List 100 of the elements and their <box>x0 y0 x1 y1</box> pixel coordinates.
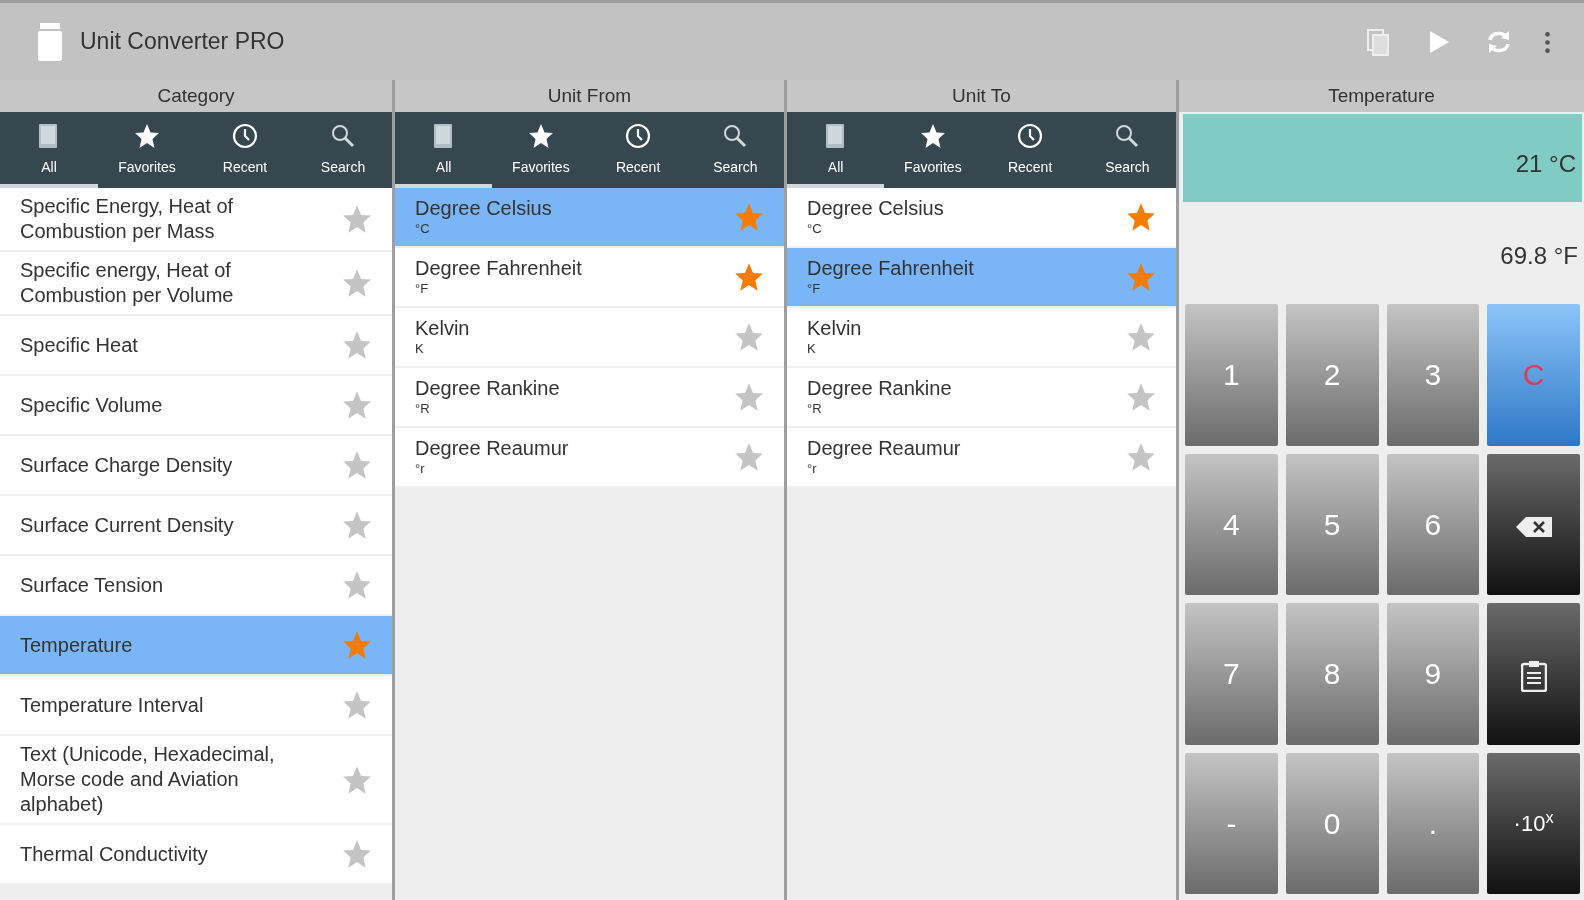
unit-name: Degree Reaumur <box>415 436 569 461</box>
list-item[interactable]: Degree Rankine °R <box>787 368 1176 428</box>
star-icon[interactable] <box>342 204 372 234</box>
tab[interactable]: Recent <box>589 112 687 188</box>
panel-header: Unit From <box>395 80 784 112</box>
list-item[interactable]: Degree Fahrenheit °F <box>395 248 784 308</box>
app-icon <box>36 22 64 61</box>
unit-name: Degree Rankine <box>807 376 952 401</box>
search-icon <box>1114 123 1141 149</box>
list-item[interactable]: Surface Charge Density <box>0 436 392 496</box>
star-icon[interactable] <box>734 442 764 472</box>
category-name: Specific Heat <box>20 333 138 356</box>
star-icon[interactable] <box>342 330 372 360</box>
category-name: Temperature <box>20 633 133 656</box>
category-name: Specific Energy, Heat of Combustion per Mass <box>20 195 234 242</box>
list-item[interactable]: Specific energy, Heat of Combustion per Volume <box>0 252 392 316</box>
category-name: Surface Current Density <box>20 513 234 536</box>
list-item[interactable]: Degree Rankine °R <box>395 368 784 428</box>
unit-name: Degree Rankine <box>415 376 560 401</box>
unit-name: Degree Celsius <box>415 196 552 221</box>
category-name: Text (Unicode, Hexadecimal, Morse code and Aviation alphabet) <box>20 743 275 815</box>
star-icon[interactable] <box>734 322 764 352</box>
list-item[interactable]: Degree Celsius °C <box>395 188 784 248</box>
unit-symbol: K <box>415 341 425 358</box>
star-icon[interactable] <box>734 202 764 232</box>
star-icon <box>919 123 946 149</box>
clipboard-icon <box>1520 660 1547 693</box>
clock-icon <box>232 123 258 149</box>
list-item[interactable]: Thermal Conductivity <box>0 825 392 885</box>
star-icon[interactable] <box>342 510 372 540</box>
category-name: Surface Tension <box>20 573 164 596</box>
list-item[interactable]: Temperature <box>0 616 392 676</box>
unit-name: Kelvin <box>807 316 862 341</box>
star-icon[interactable] <box>342 630 372 660</box>
clock-icon <box>1017 123 1044 149</box>
list-item[interactable]: Kelvin K <box>395 308 784 368</box>
unit-symbol: °R <box>415 401 431 418</box>
result-display: 69.8 °F <box>1499 241 1579 271</box>
star-icon[interactable] <box>1126 262 1156 292</box>
tab[interactable]: Favorites <box>884 112 982 188</box>
tab[interactable]: Favorites <box>98 112 196 188</box>
unit-name: Kelvin <box>415 316 470 341</box>
unit-name: Degree Fahrenheit <box>415 256 582 281</box>
star-icon <box>527 123 554 149</box>
star-icon[interactable] <box>1126 382 1156 412</box>
star-icon[interactable] <box>1126 322 1156 352</box>
unit-name: Degree Fahrenheit <box>807 256 974 281</box>
unit-symbol: °r <box>415 461 426 478</box>
star-icon[interactable] <box>1126 442 1156 472</box>
list-item[interactable]: Degree Reaumur °r <box>787 428 1176 488</box>
list-item[interactable]: Degree Celsius °C <box>787 188 1176 248</box>
panel-header: Category <box>0 80 392 112</box>
list-item[interactable]: Text (Unicode, Hexadecimal, Morse code and Aviation alphabet) <box>0 736 392 825</box>
tab[interactable]: Favorites <box>492 112 590 188</box>
list-item[interactable]: Specific Energy, Heat of Combustion per Mass <box>0 188 392 252</box>
list-item[interactable]: Surface Tension <box>0 556 392 616</box>
input-display: 21 °C <box>1183 114 1582 202</box>
unit-symbol: °C <box>415 221 431 238</box>
backspace-button[interactable] <box>1487 453 1580 595</box>
star-icon[interactable] <box>342 839 372 869</box>
star-icon[interactable] <box>342 764 372 795</box>
panel-header: Temperature <box>1179 80 1584 112</box>
star-icon[interactable] <box>342 390 372 420</box>
category-name: Specific Volume <box>20 393 163 416</box>
unit-symbol: °R <box>807 401 823 418</box>
unit-symbol: K <box>807 341 817 358</box>
category-name: Temperature Interval <box>20 693 204 716</box>
unit-symbol: °C <box>807 221 823 238</box>
list-item[interactable]: Kelvin K <box>787 308 1176 368</box>
unit-symbol: °r <box>807 461 818 478</box>
category-name: Specific energy, Heat of Combustion per Volume <box>20 259 234 306</box>
tab[interactable]: Recent <box>196 112 294 188</box>
tab[interactable]: Search <box>1078 112 1176 188</box>
star-icon[interactable] <box>734 262 764 292</box>
list-item[interactable]: Specific Volume <box>0 376 392 436</box>
backspace-icon <box>1515 516 1552 537</box>
star-icon <box>134 123 160 149</box>
star-icon[interactable] <box>1126 202 1156 232</box>
list-item[interactable]: Temperature Interval <box>0 676 392 736</box>
list-item[interactable]: Degree Reaumur °r <box>395 428 784 488</box>
star-icon[interactable] <box>342 690 372 720</box>
category-name: Thermal Conductivity <box>20 842 208 865</box>
star-icon[interactable] <box>734 382 764 412</box>
unit-name: Degree Reaumur <box>807 436 961 461</box>
unit-symbol: °F <box>415 281 430 298</box>
star-icon[interactable] <box>342 450 372 480</box>
search-icon <box>330 123 356 149</box>
list-item[interactable]: Surface Current Density <box>0 496 392 556</box>
menu-icon <box>1545 31 1550 53</box>
star-icon[interactable] <box>342 268 372 298</box>
list-item[interactable]: Degree Fahrenheit °F <box>787 248 1176 308</box>
star-icon[interactable] <box>342 570 372 600</box>
tab[interactable]: Search <box>294 112 392 188</box>
exponent-button[interactable]: ·10$^{x}$ <box>1487 752 1580 894</box>
tab[interactable]: Search <box>686 112 784 188</box>
tab[interactable]: Recent <box>981 112 1079 188</box>
paste-button[interactable] <box>1487 603 1580 745</box>
unit-name: Degree Celsius <box>807 196 944 221</box>
unit-symbol: °F <box>807 281 822 298</box>
list-item[interactable]: Specific Heat <box>0 316 392 376</box>
